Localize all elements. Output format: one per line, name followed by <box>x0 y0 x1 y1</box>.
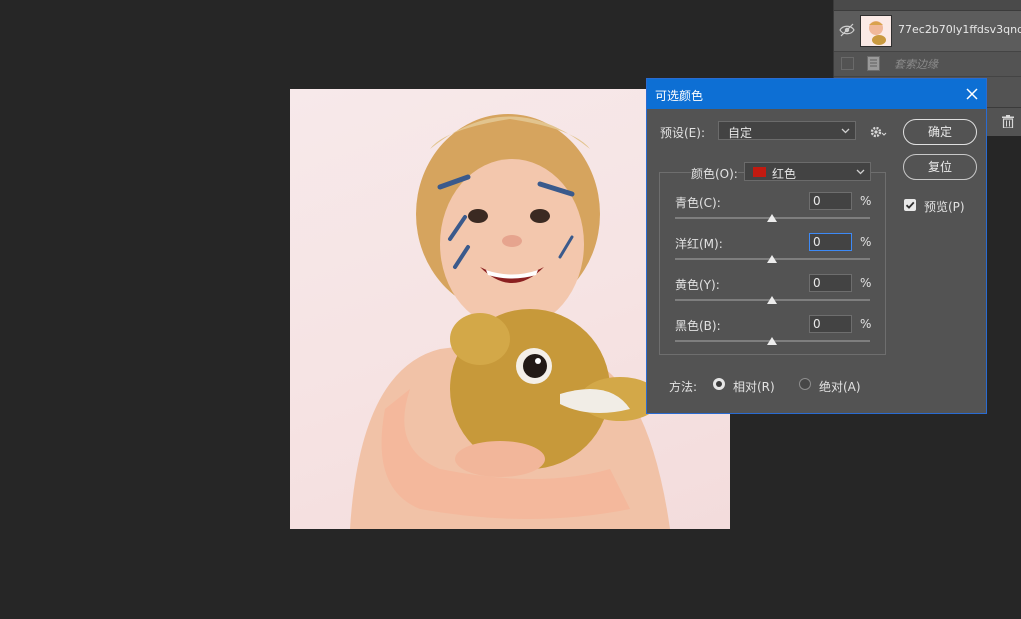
method-absolute-label[interactable]: 绝对(A) <box>819 378 861 395</box>
cyan-input[interactable]: 0 <box>809 192 852 210</box>
yellow-input[interactable]: 0 <box>809 274 852 292</box>
slider-label: 黄色(Y): <box>675 278 720 292</box>
close-icon[interactable] <box>965 87 979 101</box>
preview-label: 预览(P) <box>924 200 965 214</box>
dialog-titlebar[interactable]: 可选颜色 <box>647 79 986 109</box>
colors-select[interactable]: 红色 <box>744 162 871 181</box>
preset-value: 自定 <box>728 126 753 140</box>
method-relative-radio[interactable] <box>713 378 725 390</box>
layer-thumbnail[interactable] <box>860 15 892 47</box>
magenta-slider-thumb[interactable] <box>767 255 777 263</box>
trash-icon[interactable] <box>1002 115 1014 128</box>
sub-layer-name: 套索边缘 <box>894 58 938 71</box>
layer-row[interactable]: 77ec2b70ly1ffdsv3qnq... <box>834 11 1021 52</box>
percent-unit: % <box>860 317 872 331</box>
dialog-title: 可选颜色 <box>655 89 704 103</box>
gear-icon[interactable] <box>869 125 887 139</box>
yellow-slider-thumb[interactable] <box>767 296 777 304</box>
cyan-slider-thumb[interactable] <box>767 214 777 222</box>
black-input[interactable]: 0 <box>809 315 852 333</box>
chevron-down-icon <box>841 128 850 134</box>
black-slider-thumb[interactable] <box>767 337 777 345</box>
preset-select[interactable]: 自定 <box>718 121 856 140</box>
visibility-icon[interactable] <box>839 23 855 37</box>
ok-button[interactable]: 确定 <box>903 119 977 145</box>
layers-panel-header <box>834 0 1021 11</box>
percent-unit: % <box>860 194 872 208</box>
reset-button[interactable]: 复位 <box>903 154 977 180</box>
percent-unit: % <box>860 235 872 249</box>
percent-unit: % <box>860 276 872 290</box>
method-label: 方法: <box>669 380 698 394</box>
selective-color-dialog: 可选颜色 预设(E): 自定 确定 复位 预览(P) 颜色(O): 红色 青色(… <box>646 78 987 414</box>
colors-label: 颜色(O): <box>691 165 738 182</box>
preview-checkbox[interactable] <box>904 199 916 211</box>
method-relative-label[interactable]: 相对(R) <box>733 378 775 395</box>
document-icon <box>867 56 880 71</box>
sub-layer-visibility-box[interactable] <box>841 57 854 70</box>
colors-value: 红色 <box>772 167 797 181</box>
chevron-down-icon <box>856 169 865 175</box>
checkmark-icon <box>905 201 915 209</box>
magenta-input[interactable]: 0 <box>809 233 852 251</box>
method-absolute-radio[interactable] <box>799 378 811 390</box>
preset-label: 预设(E): <box>660 126 705 140</box>
layer-name: 77ec2b70ly1ffdsv3qnq... <box>898 23 1021 36</box>
slider-label: 青色(C): <box>675 196 721 210</box>
sub-layer-row[interactable]: 套索边缘 <box>834 52 1021 77</box>
slider-label: 黑色(B): <box>675 319 721 333</box>
color-swatch <box>753 167 766 177</box>
slider-label: 洋红(M): <box>675 237 723 251</box>
